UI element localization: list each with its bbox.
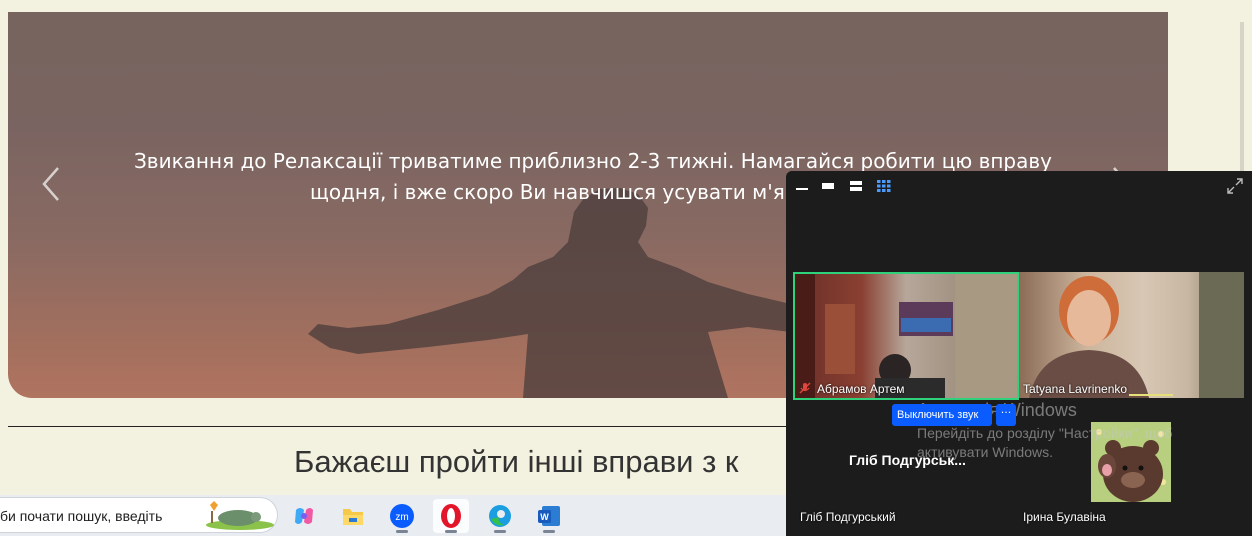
participant-tile[interactable]: Tatyana Lavrinenko bbox=[1019, 272, 1244, 398]
gallery-view-icon[interactable] bbox=[876, 179, 892, 193]
participant-name: Гліб Подгурський bbox=[800, 510, 896, 524]
opera-icon[interactable] bbox=[433, 499, 469, 533]
running-indicator bbox=[445, 530, 457, 533]
video-feed bbox=[795, 274, 1017, 398]
participant-name: Tatyana Lavrinenko bbox=[1023, 382, 1128, 396]
svg-text:zm: zm bbox=[395, 512, 408, 523]
participant-name: Ірина Булавіна bbox=[1023, 510, 1106, 524]
taskbar-search-box[interactable]: би почати пошук, введіть bbox=[0, 497, 278, 533]
section-divider bbox=[8, 426, 798, 427]
more-options-button[interactable]: ··· bbox=[996, 404, 1016, 426]
muted-mic-icon bbox=[799, 382, 811, 394]
svg-text:W: W bbox=[540, 512, 549, 522]
copilot-icon[interactable] bbox=[286, 499, 322, 533]
mute-participant-button[interactable]: Выключить звук bbox=[892, 404, 992, 426]
edge-icon[interactable] bbox=[482, 499, 518, 533]
search-highlight-icon bbox=[206, 501, 274, 530]
windows-taskbar: би почати пошук, введіть zm W bbox=[0, 495, 786, 536]
video-feed bbox=[1029, 272, 1244, 398]
word-icon: W bbox=[538, 506, 560, 526]
split-view-icon[interactable] bbox=[848, 179, 864, 193]
audio-level-bar bbox=[1129, 394, 1173, 396]
participant-tile[interactable]: Абрамов Артем bbox=[793, 272, 1019, 400]
speaker-view-icon[interactable] bbox=[820, 179, 836, 193]
zoom-meeting-window: Абрамов Артем Tatyana Lavrinenko Гліб По… bbox=[786, 171, 1252, 536]
running-indicator bbox=[494, 530, 506, 533]
windows-activation-text: Перейдіть до розділу "Настройки", щоб ак… bbox=[917, 425, 1173, 460]
minimize-icon[interactable] bbox=[794, 179, 810, 193]
zoom-view-toolbar bbox=[786, 171, 1252, 201]
file-explorer-icon[interactable] bbox=[335, 499, 371, 533]
zoom-taskbar-button[interactable]: zm bbox=[384, 499, 420, 533]
running-indicator bbox=[543, 530, 555, 533]
word-taskbar-button[interactable]: W bbox=[531, 499, 567, 533]
carousel-prev-button[interactable] bbox=[38, 162, 64, 206]
running-indicator bbox=[396, 530, 408, 533]
expand-icon[interactable] bbox=[1226, 177, 1244, 195]
participant-name: Абрамов Артем bbox=[817, 382, 905, 396]
section-heading: Бажаєш пройти інші вправи з к bbox=[294, 444, 739, 479]
search-placeholder: би почати пошук, введіть bbox=[0, 508, 163, 524]
zoom-icon: zm bbox=[390, 504, 414, 528]
